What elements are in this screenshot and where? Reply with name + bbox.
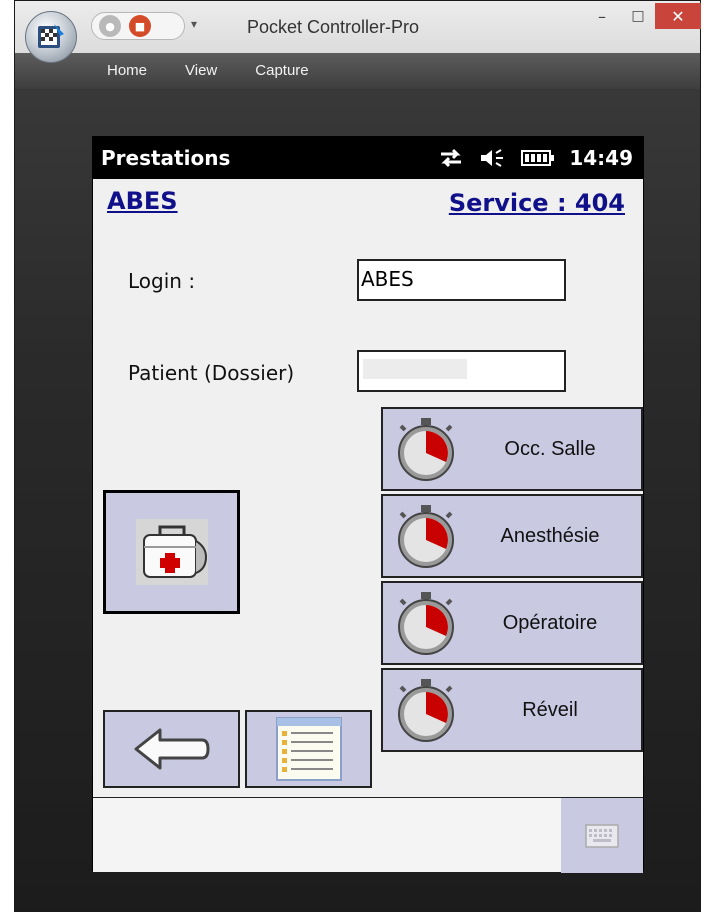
device-screen: Prestations 14:49 ABES Service: 404 Log… xyxy=(92,136,644,873)
clock: 14:49 xyxy=(569,146,633,170)
minimize-button[interactable]: – xyxy=(587,3,617,29)
status-icons: 14:49 xyxy=(437,146,633,170)
user-link[interactable]: ABES xyxy=(107,187,178,215)
close-button[interactable]: ✕ xyxy=(655,3,701,29)
window-title: Pocket Controller-Pro xyxy=(247,17,420,37)
back-button[interactable] xyxy=(103,710,240,788)
patient-label: Patient (Dossier) xyxy=(128,361,295,385)
timer-label-occ-salle: Occ. Salle xyxy=(504,437,596,460)
medical-kit-button[interactable] xyxy=(103,490,240,614)
bottom-bar xyxy=(93,797,643,873)
stopwatch-icon xyxy=(398,505,454,568)
login-label: Login : xyxy=(128,269,196,293)
timer-button-operatoire[interactable]: Opératoire xyxy=(381,581,643,665)
login-input[interactable]: ABES xyxy=(357,259,566,301)
timer-button-occ-salle[interactable]: Occ. Salle xyxy=(381,407,643,491)
keyboard-icon xyxy=(585,823,619,848)
timer-button-reveil[interactable]: Réveil xyxy=(381,668,643,752)
menu-capture[interactable]: Capture xyxy=(255,62,308,79)
stopwatch-icon xyxy=(398,679,454,742)
stopwatch-icon xyxy=(398,592,454,655)
pocket-controller-icon[interactable] xyxy=(25,11,77,63)
title-bar: ● ■ ▾ Pocket Controller-Pro – □ ✕ xyxy=(15,1,701,53)
patient-input-highlight xyxy=(363,359,467,379)
stopwatch-icon xyxy=(398,418,454,481)
pocket-controller-glyph xyxy=(38,24,64,48)
connectivity-icon xyxy=(441,148,462,168)
quick-access-dropdown-icon[interactable]: ▾ xyxy=(191,17,197,31)
status-bar: Prestations 14:49 xyxy=(93,137,643,179)
host-window: ● ■ ▾ Pocket Controller-Pro – □ ✕ Home V… xyxy=(0,0,709,912)
service-link[interactable]: Service : 404 xyxy=(449,189,625,217)
medical-kit-icon xyxy=(135,519,208,585)
list-icon xyxy=(275,717,342,781)
list-button[interactable] xyxy=(245,710,372,788)
timer-label-anesthesie: Anesthésie xyxy=(500,524,600,547)
menu-view[interactable]: View xyxy=(185,62,217,79)
menu-bar: Home View Capture xyxy=(15,53,700,89)
stop-icon[interactable]: ■ xyxy=(129,15,151,37)
keyboard-button[interactable] xyxy=(561,798,643,873)
timer-label-operatoire: Opératoire xyxy=(502,611,598,634)
record-icon[interactable]: ● xyxy=(99,15,121,37)
timer-label-reveil: Réveil xyxy=(522,698,578,721)
screen-title: Prestations xyxy=(101,146,231,170)
battery-icon xyxy=(521,150,555,166)
timer-button-anesthesie[interactable]: Anesthésie xyxy=(381,494,643,578)
menu-home[interactable]: Home xyxy=(107,62,147,79)
login-value: ABES xyxy=(361,267,414,291)
speaker-icon xyxy=(481,149,504,167)
patient-input[interactable] xyxy=(357,350,566,392)
maximize-button[interactable]: □ xyxy=(623,3,653,29)
back-arrow-icon xyxy=(134,728,209,770)
